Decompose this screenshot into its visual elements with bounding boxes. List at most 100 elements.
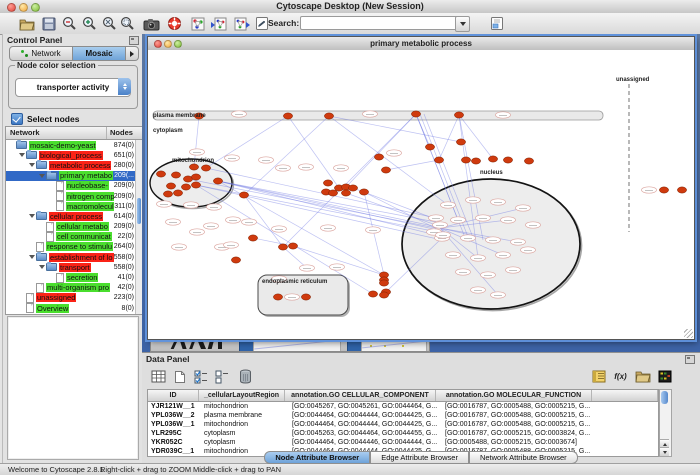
import-attributes-icon[interactable] — [632, 366, 653, 387]
tab-network-attribute-browser[interactable]: Network Attribute Browser — [469, 451, 578, 464]
table-cell[interactable]: YKR052C — [148, 438, 201, 447]
table-row[interactable]: YPL036W__1mitochondrion[GO:0044464, GO:0… — [148, 420, 658, 429]
tree-row-label[interactable]: multi-organism pro — [46, 283, 110, 292]
tree-row[interactable]: cellular metabo209(0) — [6, 222, 136, 232]
select-nodes-checkbox[interactable] — [11, 113, 23, 125]
search-options-icon[interactable] — [488, 15, 506, 32]
disclosure-icon[interactable] — [29, 214, 35, 218]
tree-row-label[interactable]: biological_process — [39, 151, 103, 160]
vizmapper-icon[interactable] — [189, 15, 207, 32]
table-cell[interactable]: [GO:0044464, GO:0044446, GO:0044444, G..… — [289, 438, 442, 447]
tree-row[interactable]: mosaic-demo-yeast874(0) — [6, 140, 136, 150]
tree-row-label[interactable]: response to stimulu — [46, 242, 113, 251]
zoom-in-icon[interactable] — [80, 15, 98, 32]
tree-row[interactable]: cell communicat22(0) — [6, 232, 136, 242]
attribute-browser-mode-icon[interactable] — [148, 366, 169, 387]
tree-row[interactable]: establishment of lo558(0) — [6, 252, 136, 262]
zoom-selected-icon[interactable] — [118, 15, 136, 32]
tree-row-label[interactable]: metabolic process — [49, 161, 111, 170]
tree-row-label[interactable]: establishment of lo — [49, 253, 114, 262]
tree-row[interactable]: secretion41(0) — [6, 272, 136, 282]
tree-row-label[interactable]: unassigned — [36, 293, 76, 302]
close-window-icon[interactable] — [7, 3, 16, 12]
unselect-attributes-icon[interactable] — [211, 366, 232, 387]
tab-node-attribute-browser[interactable]: Node Attribute Browser — [264, 451, 370, 464]
tree-col-network[interactable]: Network — [6, 127, 107, 139]
data-panel-float-icon[interactable] — [685, 355, 695, 364]
import-network-icon[interactable] — [209, 15, 227, 32]
tree-row[interactable]: response to stimulu264(0) — [6, 242, 136, 252]
table-cell[interactable]: YLR295C — [148, 429, 201, 438]
snapshot-icon[interactable] — [142, 15, 160, 32]
tab-mosaic[interactable]: Mosaic — [73, 46, 126, 61]
tree-row-label[interactable]: nucleobase- — [66, 181, 109, 190]
matrix-view-icon[interactable] — [654, 366, 675, 387]
table-cell[interactable]: [GO:0044464, GO:0044444, GO:0044425, G..… — [289, 411, 442, 420]
delete-attribute-icon[interactable] — [235, 366, 256, 387]
float-panel-icon[interactable] — [129, 36, 139, 45]
tree-row[interactable]: Overview8(0) — [6, 303, 136, 313]
disclosure-icon[interactable] — [19, 153, 25, 157]
tree-row[interactable]: unassigned223(0) — [6, 293, 136, 303]
select-attributes-icon[interactable] — [190, 366, 211, 387]
table-cell[interactable]: YPL036W__1 — [148, 420, 201, 429]
table-row[interactable]: YKR052Ccytoplasm[GO:0044464, GO:0044446,… — [148, 438, 658, 447]
save-session-icon[interactable] — [40, 15, 58, 32]
tree-row-label[interactable]: macromolecule — [66, 202, 114, 211]
table-column-header[interactable]: _cellularLayoutRegion — [199, 390, 285, 401]
tree-row[interactable]: multi-organism pro42(0) — [6, 283, 136, 293]
search-input[interactable] — [300, 16, 458, 30]
open-session-icon[interactable] — [18, 15, 36, 32]
minimize-window-icon[interactable] — [19, 3, 28, 12]
tree-row-label[interactable]: cellular process — [49, 212, 103, 221]
frame-close-icon[interactable] — [154, 40, 162, 48]
frame-minimize-icon[interactable] — [164, 40, 172, 48]
export-network-icon[interactable] — [233, 15, 251, 32]
tree-row[interactable]: cellular process614(0) — [6, 211, 136, 221]
table-cell[interactable]: [GO:0044464, GO:0044444, GO:0044425, G..… — [289, 420, 442, 429]
table-cell[interactable]: [GO:0016787, GO:0005488, GO:0005215, G..… — [442, 411, 600, 420]
table-cell[interactable]: mitochondrion — [201, 420, 289, 429]
table-row[interactable]: YPL036W__2plasma membrane[GO:0044464, GO… — [148, 411, 658, 420]
tree-row[interactable]: primary metabo209(... — [6, 171, 136, 181]
table-cell[interactable]: cytoplasm — [201, 429, 289, 438]
tree-row-label[interactable]: secretion — [66, 273, 98, 282]
disclosure-icon[interactable] — [39, 174, 45, 178]
tree-row[interactable]: macromolecule311(0) — [6, 201, 136, 211]
table-cell[interactable]: YPL036W__2 — [148, 411, 201, 420]
tree-scrollbar[interactable] — [135, 140, 142, 314]
resize-grip[interactable] — [684, 329, 693, 338]
tree-row[interactable]: metabolic process280(0) — [6, 160, 136, 170]
tree-row-label[interactable]: transport — [59, 263, 91, 272]
frame-zoom-icon[interactable] — [174, 40, 182, 48]
disclosure-icon[interactable] — [29, 255, 35, 259]
table-cell[interactable]: [GO:0016787, GO:0005488, GO:0005215, G..… — [442, 402, 600, 411]
table-row[interactable]: YLR295Ccytoplasm[GO:0045263, GO:0044464,… — [148, 429, 658, 438]
tree-col-nodes[interactable]: Nodes — [107, 127, 142, 139]
network-window-title-bar[interactable]: primary metabolic process — [148, 37, 694, 51]
network-view-window[interactable]: primary metabolic process plasma membran… — [147, 36, 695, 340]
tree-row[interactable]: biological_process651(0) — [6, 150, 136, 160]
tree-row-label[interactable]: primary metabo — [59, 171, 113, 180]
tree-row[interactable]: nucleobase-209(0) — [6, 181, 136, 191]
tab-network[interactable]: Network — [9, 46, 73, 61]
table-column-header[interactable]: annotation.GO CELLULAR_COMPONENT — [285, 390, 436, 401]
table-cell[interactable]: plasma membrane — [201, 411, 289, 420]
table-scrollbar[interactable] — [659, 389, 672, 457]
tree-row-label[interactable]: cellular metabo — [56, 222, 109, 231]
table-cell[interactable]: [GO:0045263, GO:0044464, GO:0044455, G..… — [289, 429, 442, 438]
attribute-notes-icon[interactable] — [588, 366, 609, 387]
disclosure-icon[interactable] — [39, 265, 45, 269]
table-cell[interactable]: [GO:0045267, GO:0045261, GO:0044464, G..… — [289, 402, 442, 411]
zoom-out-icon[interactable] — [60, 15, 78, 32]
tab-edge-attribute-browser[interactable]: Edge Attribute Browser — [370, 451, 469, 464]
tree-row-label[interactable]: nitrogen compo — [66, 192, 114, 201]
disclosure-icon[interactable] — [29, 163, 35, 167]
table-cell[interactable]: [GO:0005488, GO:0005215, GO:0003674] — [442, 438, 600, 447]
tree-row[interactable]: transport558(0) — [6, 262, 136, 272]
table-cell[interactable]: [GO:0016787, GO:0005488, GO:0005215, G..… — [442, 420, 600, 429]
zoom-fit-icon[interactable] — [100, 15, 118, 32]
tree-row-label[interactable]: cell communicat — [56, 232, 112, 241]
tab-overflow-icon[interactable] — [126, 46, 139, 61]
tree-row[interactable]: nitrogen compo209(0) — [6, 191, 136, 201]
